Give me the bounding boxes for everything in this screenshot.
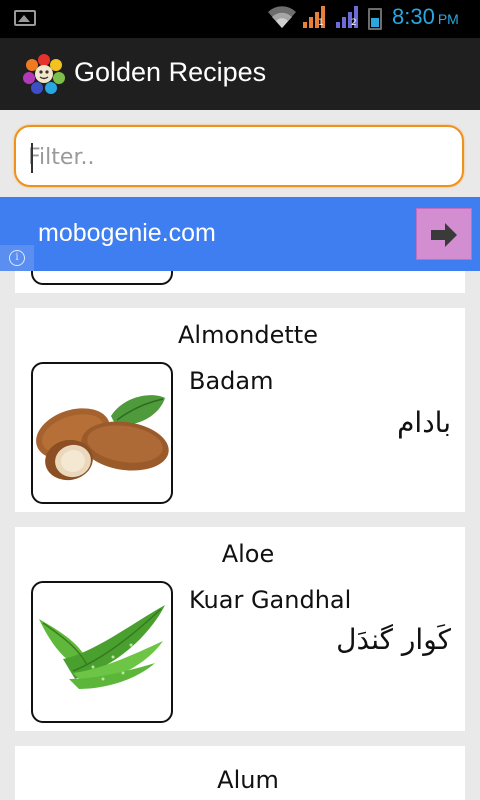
image-notification-icon (14, 10, 36, 26)
ad-banner[interactable]: mobogenie.com i (0, 197, 480, 271)
recipe-list[interactable]: Almondette Badam بادام Aloe Kuar Gandhal… (0, 271, 480, 800)
almond-image (31, 362, 173, 504)
list-item[interactable]: Alum (15, 746, 465, 800)
item-thumbnail-partial (31, 271, 173, 285)
action-bar: Golden Recipes (0, 38, 480, 110)
filter-input[interactable] (26, 133, 450, 181)
info-icon: i (9, 250, 25, 266)
arrow-right-icon (431, 223, 457, 247)
aloe-image (31, 581, 173, 723)
item-title: Alum (217, 766, 279, 794)
clock-ampm: PM (437, 11, 459, 27)
list-item[interactable] (15, 271, 465, 293)
list-item[interactable]: Aloe Kuar Gandhal کَوار گندَل (15, 527, 465, 731)
battery-icon (368, 8, 382, 30)
item-title: Almondette (178, 321, 318, 349)
status-bar: 1 2 8:30 PM (0, 0, 480, 38)
app-logo-icon[interactable] (22, 52, 66, 96)
ad-arrow-button[interactable] (416, 208, 472, 260)
item-title: Aloe (221, 540, 275, 568)
text-caret (31, 143, 33, 173)
item-urdu-name: کَوار گندَل (336, 623, 451, 656)
ad-text[interactable]: mobogenie.com (38, 219, 216, 248)
sim1-label: 1 (318, 18, 324, 28)
item-urdu-name: بادام (397, 406, 451, 439)
wifi-icon (268, 6, 296, 29)
signal-sim2-icon (336, 6, 358, 28)
status-clock: 8:30 PM (392, 4, 459, 30)
list-item[interactable]: Almondette Badam بادام (15, 308, 465, 512)
clock-time: 8:30 (392, 4, 435, 29)
item-name: Kuar Gandhal (189, 586, 352, 614)
item-name: Badam (189, 367, 274, 395)
sim2-label: 2 (351, 18, 357, 28)
ad-info-button[interactable]: i (0, 245, 34, 271)
app-title: Golden Recipes (74, 57, 267, 87)
filter-field[interactable] (14, 125, 464, 187)
signal-sim1-icon (303, 6, 325, 28)
